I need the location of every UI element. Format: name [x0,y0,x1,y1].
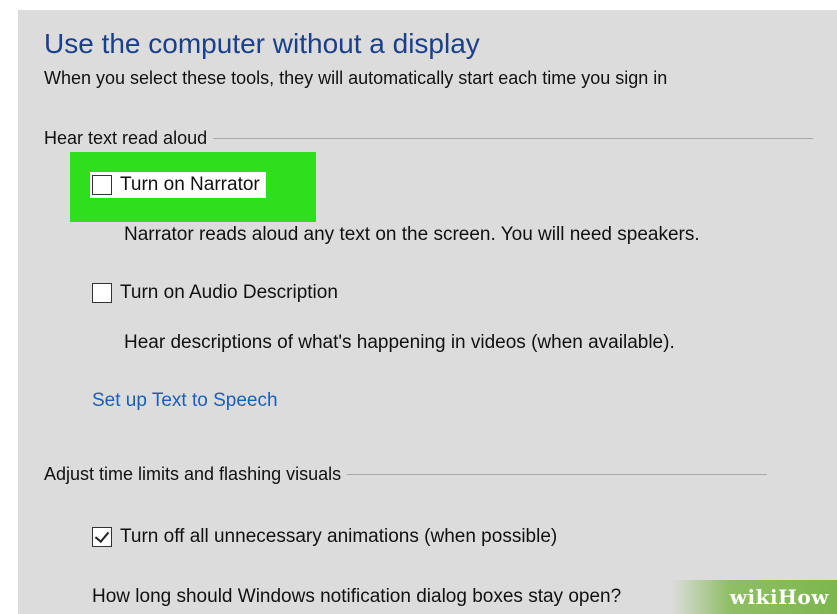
group-divider [213,138,814,139]
narrator-checkbox[interactable] [92,175,112,195]
wikihow-watermark: wikiHow [672,580,837,614]
animations-checkbox[interactable] [92,527,112,547]
audio-description-label: Turn on Audio Description [120,282,338,303]
page-title: Use the computer without a display [44,28,480,59]
narrator-description: Narrator reads aloud any text on the scr… [124,224,700,245]
page-subtitle: When you select these tools, they will a… [44,68,668,88]
animations-label: Turn off all unnecessary animations (whe… [120,526,558,547]
narrator-label: Turn on Narrator [120,174,260,195]
group-header-hear-text: Hear text read aloud [44,128,814,149]
group-label: Adjust time limits and flashing visuals [44,464,342,484]
ease-of-access-panel: Use the computer without a display When … [0,0,837,614]
group-label: Hear text read aloud [44,128,208,148]
animations-checkbox-row[interactable]: Turn off all unnecessary animations (whe… [92,526,557,548]
text-to-speech-link[interactable]: Set up Text to Speech [92,390,278,412]
audio-description-checkbox-row[interactable]: Turn on Audio Description [92,282,338,304]
notification-duration-text: How long should Windows notification dia… [92,586,622,607]
narrator-checkbox-row[interactable]: Turn on Narrator [90,172,266,198]
watermark-logo: wikiHow [729,585,829,609]
audio-description-checkbox[interactable] [92,283,112,303]
group-header-time-limits: Adjust time limits and flashing visuals [44,464,768,485]
group-divider [347,474,768,475]
audio-description-description: Hear descriptions of what's happening in… [124,332,675,353]
